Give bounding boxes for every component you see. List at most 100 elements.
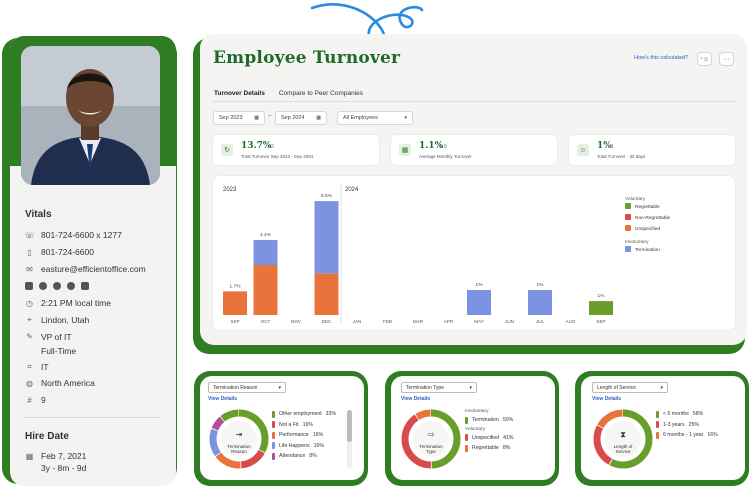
instagram-icon[interactable] bbox=[81, 282, 89, 290]
bar-segment bbox=[589, 301, 613, 315]
vital-region: ◍ North America bbox=[25, 378, 95, 388]
how-calculated-link[interactable]: How's this calculated? bbox=[634, 55, 688, 61]
pencil-icon: ✎ bbox=[26, 332, 33, 341]
legend-scrollbar[interactable] bbox=[347, 410, 352, 468]
start-date-value: Sep 2023 bbox=[219, 115, 243, 121]
employee-group-select[interactable]: All Employees ▾ bbox=[337, 111, 413, 125]
kpi-value: 13.7% bbox=[241, 141, 272, 151]
reports-count-text: 9 bbox=[41, 395, 46, 405]
kpi-avg-monthly: ▦ 1.1% 0.9 Average Monthly Turnover bbox=[390, 134, 558, 166]
x-tick-label: JUL bbox=[536, 319, 545, 324]
vital-email[interactable]: ✉ easture@efficientoffice.com bbox=[25, 264, 146, 274]
legend-swatch bbox=[625, 203, 631, 209]
envelope-icon: ✉ bbox=[26, 264, 33, 274]
dropdown-label: Length of Service bbox=[597, 384, 636, 391]
termination-reason-legend: Other employment 33% Not a Fit 16% Perform… bbox=[272, 409, 336, 462]
kpi-caption: Total Turnover Sep 2023 - Sep 2024 bbox=[241, 154, 314, 159]
person-exit-icon: ⇥ bbox=[235, 430, 243, 439]
x-tick-label: APR bbox=[444, 319, 454, 324]
termination-type-legend: Involuntary Termination 50% Voluntary Uns… bbox=[465, 409, 514, 454]
termination-type-dropdown[interactable]: Termination Type ▾ bbox=[401, 382, 477, 393]
kpi-sub: 12 bbox=[268, 144, 275, 150]
bar-total-label: 4.4% bbox=[260, 232, 272, 238]
end-date-select[interactable]: Sep 2024 ▦ bbox=[275, 111, 327, 125]
kpi-sub: 1 bbox=[611, 144, 615, 150]
hire-date-text: Feb 7, 2021 bbox=[41, 451, 87, 461]
view-details-link[interactable]: View Details bbox=[208, 396, 237, 402]
linkedin-icon[interactable] bbox=[25, 282, 33, 290]
start-date-select[interactable]: Sep 2023 ▦ bbox=[213, 111, 265, 125]
kpi-total-turnover: ↻ 13.7% 12 Total Turnover Sep 2023 - Sep… bbox=[212, 134, 380, 166]
chevron-down-icon: ▾ bbox=[278, 384, 281, 391]
twitter-icon[interactable] bbox=[39, 282, 47, 290]
legend-swatch bbox=[625, 225, 631, 231]
kpi-caption: Total Turnover · 30 days bbox=[597, 154, 646, 159]
pinterest-icon[interactable] bbox=[67, 282, 75, 290]
legend-item: Not a Fit 16% bbox=[272, 420, 336, 431]
org-chart-icon: ⌗ bbox=[27, 362, 32, 371]
hire-date-title: Hire Date bbox=[25, 431, 69, 442]
employee-group-value: All Employees bbox=[343, 115, 378, 121]
vital-mobile-phone[interactable]: ▯ 801-724-6600 bbox=[25, 247, 94, 257]
view-details-link[interactable]: View Details bbox=[401, 396, 430, 402]
legend-label: Regrettable bbox=[635, 204, 660, 210]
legend-item: Unspecified 41% bbox=[465, 433, 514, 444]
tab-underline bbox=[212, 101, 736, 102]
x-tick-label: JUN bbox=[505, 319, 514, 324]
legend-group-title: Involuntary bbox=[625, 239, 649, 245]
location-text: Lindon, Utah bbox=[41, 315, 90, 325]
vital-work-phone[interactable]: ☏ 801-724-6600 x 1277 bbox=[25, 230, 122, 240]
legend-item: Attendance 8% bbox=[272, 451, 336, 462]
legend-item: 1-3 years 25% bbox=[656, 420, 718, 431]
refresh-icon: ↻ bbox=[221, 144, 233, 156]
calendar-icon: ▦ bbox=[254, 115, 259, 121]
legend-group-title: Voluntary bbox=[625, 196, 646, 202]
legend-item: Regrettable 8% bbox=[465, 443, 514, 454]
bar-total-label: 5.5% bbox=[321, 193, 333, 199]
vital-job: ✎ VP of IT Full-Time bbox=[25, 332, 76, 356]
termination-reason-dropdown[interactable]: Termination Reason ▾ bbox=[208, 382, 286, 393]
mobile-phone-text: 801-724-6600 bbox=[41, 247, 94, 257]
kpi-30-days: ☺ 1% 1 Total Turnover · 30 days bbox=[568, 134, 736, 166]
running-exit-icon: ⇨ bbox=[427, 430, 435, 439]
legend-swatch bbox=[625, 214, 631, 220]
x-tick-label: JAN bbox=[353, 319, 362, 324]
length-of-service-dropdown[interactable]: Length of Service ▾ bbox=[592, 382, 668, 393]
social-links bbox=[25, 282, 89, 290]
people-icon: ☺ bbox=[577, 144, 589, 156]
bar-segment bbox=[314, 273, 339, 315]
end-date-value: Sep 2024 bbox=[281, 115, 305, 121]
donut-center-label: ⇥ Termination Reason bbox=[223, 426, 255, 455]
clock-icon: ◷ bbox=[26, 298, 33, 308]
desk-phone-icon: ☏ bbox=[24, 230, 35, 240]
calendar-icon: ▦ bbox=[399, 144, 411, 156]
x-tick-label: MAY bbox=[474, 319, 484, 324]
chevron-down-icon: ▾ bbox=[469, 384, 472, 391]
facebook-icon[interactable] bbox=[53, 282, 61, 290]
legend-item: 6 months - 1 year 16% bbox=[656, 430, 718, 441]
add-person-button[interactable]: ⁺☺ bbox=[697, 52, 712, 66]
x-tick-label: SEP bbox=[230, 319, 239, 324]
globe-icon: ◍ bbox=[26, 378, 33, 388]
view-details-link[interactable]: View Details bbox=[592, 396, 621, 402]
vital-reports: # 9 bbox=[25, 395, 46, 405]
x-tick-label: DEC bbox=[322, 319, 332, 324]
location-pin-icon: ⌖ bbox=[27, 315, 32, 324]
vital-local-time: ◷ 2:21 PM local time bbox=[25, 298, 111, 308]
kpi-sub: 0.9 bbox=[439, 144, 447, 150]
legend-label: Unspecified bbox=[635, 226, 660, 232]
more-dots-icon: ··· bbox=[723, 55, 730, 63]
donut-center-label: ⇨ Termination Type bbox=[415, 426, 447, 455]
kpi-value: 1% bbox=[597, 141, 612, 151]
bar-segment bbox=[223, 291, 247, 315]
dropdown-label: Termination Reason bbox=[213, 384, 258, 391]
mobile-phone-icon: ▯ bbox=[27, 247, 32, 257]
legend-item: < 6 months 58% bbox=[656, 409, 718, 420]
donut-center-text: Termination Type bbox=[419, 444, 443, 454]
date-range-separator: – bbox=[268, 113, 272, 119]
bar-total-label: 1% bbox=[476, 282, 484, 288]
more-options-button[interactable]: ··· bbox=[719, 52, 734, 66]
chevron-down-icon: ▾ bbox=[404, 115, 407, 121]
legend-group-title: Involuntary bbox=[465, 409, 489, 414]
scrollbar-thumb[interactable] bbox=[347, 410, 352, 442]
